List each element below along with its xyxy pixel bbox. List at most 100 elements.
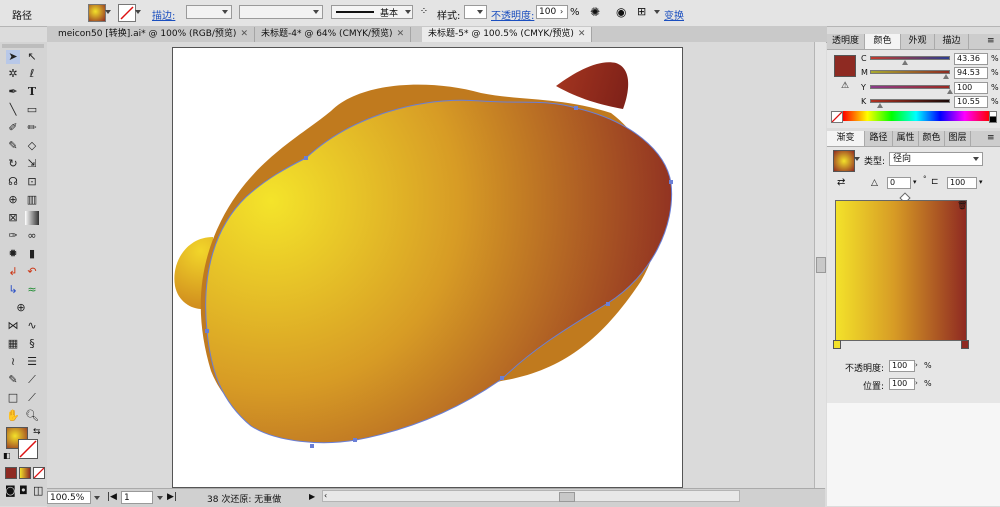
align-panel-icon[interactable]: ⊞ (637, 5, 653, 19)
scroll-left-icon[interactable]: ‹ (324, 491, 327, 500)
hand-tool-icon[interactable]: ✋ (6, 409, 20, 423)
artboard-tool-icon[interactable]: □ (6, 391, 20, 405)
color-spectrum[interactable] (843, 111, 989, 121)
tab-layers[interactable]: 图层 (945, 131, 971, 146)
k-slider-handle[interactable] (877, 103, 883, 108)
perspective-grid-tool-icon[interactable]: ▥ (25, 193, 39, 207)
tab-gradient[interactable]: 渐变 (827, 131, 865, 146)
out-of-gamut-icon[interactable]: ⚠ (841, 81, 849, 91)
tab-attributes[interactable]: 属性 (893, 131, 919, 146)
menu-list-icon[interactable]: ☰ (25, 355, 39, 369)
artwork-svg[interactable] (173, 48, 684, 489)
panel-menu-icon[interactable]: ≡ (987, 36, 995, 46)
wave-distort-tool-icon[interactable]: ∿ (25, 319, 39, 333)
page-dropdown-icon[interactable] (155, 491, 165, 504)
scale-tool-icon[interactable]: ⇲ (25, 157, 39, 171)
doc-tab-3[interactable]: 未标题-5* @ 100.5% (CMYK/预览) ✕ (422, 27, 593, 42)
zoom-field[interactable]: 100.5% (47, 491, 91, 504)
tab-transparency[interactable]: 透明度 (827, 34, 865, 49)
stroke-color-box[interactable] (18, 439, 38, 459)
envelope-tool-icon[interactable]: ⋈ (6, 319, 20, 333)
zoom-tool-icon[interactable]: 🔍︎ (25, 409, 39, 423)
grid-tool-icon[interactable]: ▦ (6, 337, 20, 351)
selection-tool-icon[interactable]: ➤ (6, 50, 20, 64)
symbol-sprayer-tool-icon[interactable]: ✹ (6, 247, 20, 261)
anchor-tool-icon[interactable]: ↲ (6, 265, 20, 279)
brush-definition-dropdown[interactable]: 基本 (331, 5, 413, 19)
wave-tool-icon[interactable]: ≈ (25, 283, 39, 297)
m-input[interactable]: 94.53 (954, 67, 988, 79)
join-tool-icon[interactable]: ↳ (6, 283, 20, 297)
color-mode-icon[interactable] (5, 467, 17, 479)
doc-tab-1[interactable]: meicon50 [转换].ai* @ 100% (RGB/预览) ✕ (52, 27, 255, 42)
c-input[interactable]: 43.36 (954, 53, 988, 65)
gradient-preview-swatch[interactable] (833, 150, 855, 172)
recolor-artwork-icon[interactable]: ✺ (590, 5, 606, 19)
tab-color2[interactable]: 颜色 (919, 131, 945, 146)
none-mode-icon[interactable] (33, 467, 45, 479)
fill-color-swatch[interactable] (834, 55, 856, 77)
twirl-tool-icon[interactable]: § (25, 337, 39, 351)
scroll-thumb[interactable] (816, 257, 826, 273)
style-dropdown[interactable] (464, 5, 487, 19)
blob-brush-tool-icon[interactable]: ✎ (6, 139, 20, 153)
line-tool-icon[interactable]: ╲ (6, 103, 20, 117)
scroll-thumb[interactable] (559, 492, 575, 502)
none-color-icon[interactable] (831, 111, 843, 123)
aspect-dropdown-icon[interactable]: ▾ (979, 178, 983, 186)
magic-wand-tool-icon[interactable]: ✲ (6, 67, 20, 81)
direct-selection-tool-icon[interactable]: ↖ (25, 50, 39, 64)
doc-tab-2[interactable]: 未标题-4* @ 64% (CMYK/预览) ✕ (255, 27, 412, 42)
stop-location-arrow-icon[interactable]: › (915, 379, 918, 387)
vertical-scrollbar[interactable] (814, 42, 826, 488)
eyedropper-tool-icon[interactable]: ✑ (6, 229, 20, 243)
free-transform-tool-icon[interactable]: ⊡ (25, 175, 39, 189)
m-slider[interactable] (870, 70, 950, 74)
gradient-preset-dropdown[interactable] (854, 157, 860, 161)
blend-tool-icon[interactable]: ∞ (25, 229, 39, 243)
y-slider-handle[interactable] (947, 89, 953, 94)
stop-opacity-arrow-icon[interactable]: › (915, 361, 918, 369)
draw-mode-icon[interactable]: ◙ (5, 484, 16, 497)
mesh-tool-icon[interactable]: ⊠ (6, 211, 20, 225)
y-input[interactable]: 100 (954, 82, 988, 94)
isolate-object-icon[interactable]: ◉ (616, 5, 630, 19)
type-select[interactable]: 径向 (889, 152, 983, 166)
y-slider[interactable] (870, 85, 950, 89)
tab-paths[interactable]: 路径 (865, 131, 893, 146)
brush-dropdown-arrow[interactable] (403, 5, 413, 19)
opacity-arrow-icon[interactable]: › (560, 5, 568, 19)
aspect-ratio-input[interactable]: 100 (947, 177, 977, 189)
gradient-tool-icon[interactable] (25, 211, 39, 225)
gradient-ramp-preview[interactable] (835, 200, 967, 341)
measure-tool-icon[interactable]: ⟋ (25, 373, 39, 387)
screen-mode-icon[interactable]: ◫ (33, 484, 43, 497)
rectangle-tool-icon[interactable]: ▭ (25, 103, 39, 117)
lasso-tool-icon[interactable]: ℓ (25, 67, 39, 81)
delete-stop-icon[interactable]: 🗑︎ (957, 201, 967, 210)
black-swatch[interactable] (989, 116, 997, 123)
first-page-icon[interactable]: |◀ (107, 492, 117, 502)
draw-behind-icon[interactable]: ◘ (19, 484, 28, 497)
stop-location-input[interactable]: 100 (889, 378, 915, 390)
opacity-link[interactable]: 不透明度: (491, 7, 534, 22)
stroke-weight-field[interactable] (186, 5, 232, 19)
smooth-tool-icon[interactable]: ≀ (6, 355, 20, 369)
angle-icon[interactable]: △ (871, 178, 878, 188)
eraser-tool-icon[interactable]: ◇ (25, 139, 39, 153)
page-field[interactable]: 1 (121, 491, 153, 504)
pencil-tool-icon[interactable]: ✏ (25, 121, 39, 135)
m-slider-handle[interactable] (943, 74, 949, 79)
warp-tool-icon[interactable]: ☊ (6, 175, 20, 189)
shape-builder-tool-icon[interactable]: ⊕ (6, 193, 20, 207)
horizontal-scrollbar[interactable]: ‹ (322, 490, 740, 502)
stop-opacity-input[interactable]: 100 (889, 360, 915, 372)
c-slider[interactable] (870, 56, 950, 60)
tab-stroke[interactable]: 描边 (935, 34, 969, 49)
default-colors-icon[interactable]: ◧ (3, 451, 11, 460)
c-slider-handle[interactable] (902, 60, 908, 65)
curve-tool-icon[interactable]: ↶ (25, 265, 39, 279)
swap-colors-icon[interactable]: ⇆ (33, 427, 41, 437)
transform-link[interactable]: 变换 (664, 7, 684, 22)
gradient-mode-icon[interactable] (19, 467, 31, 479)
